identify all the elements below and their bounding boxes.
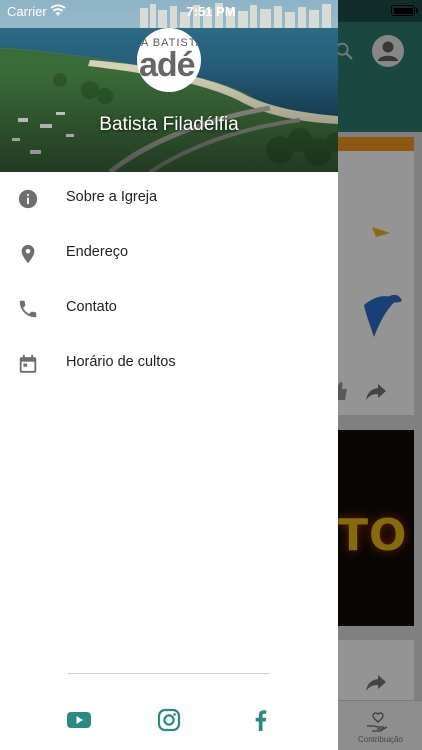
status-time: 7:51 PM	[186, 4, 236, 19]
facebook-icon[interactable]	[248, 707, 274, 733]
menu-item-label: Sobre a Igreja	[66, 189, 158, 205]
phone-icon	[19, 300, 37, 318]
drawer-menu: Sobre a Igreja Endereço Contato Horário …	[0, 172, 338, 392]
menu-item-label: Horário de cultos	[66, 354, 176, 370]
status-bar: Carrier 7:51 PM	[0, 0, 422, 22]
instagram-icon[interactable]	[156, 707, 182, 733]
menu-item-horario-de-cultos[interactable]: Horário de cultos	[0, 337, 338, 392]
church-name: Batista Filadélfia	[99, 114, 239, 135]
drawer-header: A BATISTA adé Batista Filadélfia	[0, 0, 338, 172]
menu-item-sobre-a-igreja[interactable]: Sobre a Igreja	[0, 172, 338, 227]
church-logo: A BATISTA adé	[137, 28, 201, 92]
youtube-icon[interactable]	[66, 707, 92, 733]
menu-item-endereco[interactable]: Endereço	[0, 227, 338, 282]
battery-icon	[391, 5, 415, 16]
menu-item-label: Endereço	[66, 244, 129, 260]
battery-tip	[416, 8, 418, 13]
navigation-drawer: A BATISTA adé Batista Filadélfia Sobre a…	[0, 0, 338, 750]
info-icon	[18, 189, 38, 209]
location-pin-icon	[21, 244, 35, 264]
logo-big-text: adé	[139, 46, 196, 84]
menu-item-label: Contato	[66, 299, 117, 315]
menu-item-contato[interactable]: Contato	[0, 282, 338, 337]
drawer-divider	[68, 673, 270, 674]
calendar-icon	[19, 354, 37, 373]
